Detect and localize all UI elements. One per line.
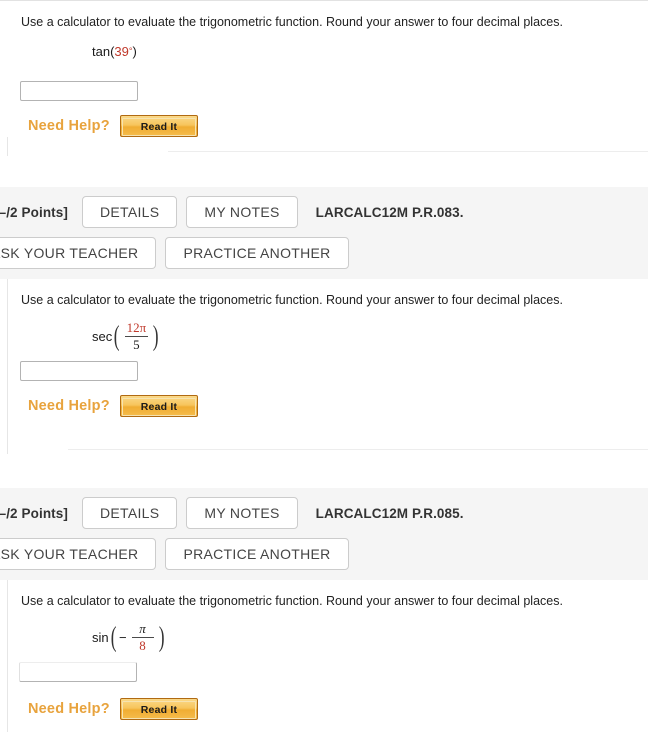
problem-2-body: Use a calculator to evaluate the trigono… <box>0 279 648 455</box>
problem-1-expression: tan(39 °) <box>0 31 648 77</box>
problem-1-read-it-label: Read It <box>121 117 197 136</box>
problem-1-close-paren: ) <box>132 43 137 59</box>
gap-after-problem-1 <box>0 156 648 187</box>
problem-1-argument: 39 <box>114 43 129 59</box>
problem-2-expression: sec(12π 5) <box>0 309 648 355</box>
problem-3-my-notes-button[interactable]: MY NOTES <box>186 497 298 530</box>
problem-3: [–/2 Points] DETAILS MY NOTES LARCALC12M… <box>0 488 648 733</box>
problem-3-read-it-label: Read It <box>121 701 197 720</box>
problem-3-body: Use a calculator to evaluate the trigono… <box>0 580 648 733</box>
problem-3-denominator: 8 <box>139 637 146 653</box>
problem-2-need-help-label: Need Help? <box>28 398 110 415</box>
problem-2: [–/2 Points] DETAILS MY NOTES LARCALC12M… <box>0 187 648 455</box>
problem-3-close-paren: ) <box>158 621 165 653</box>
problem-2-open-paren: ( <box>114 320 120 352</box>
problem-3-answer-input[interactable] <box>19 662 137 683</box>
problem-3-assignment-label: LARCALC12M P.R.085. <box>315 505 464 521</box>
problem-3-open-paren: ( <box>110 621 117 653</box>
problem-2-numerator: 12π <box>126 320 147 336</box>
problem-3-ask-your-teacher-button[interactable]: ASK YOUR TEACHER <box>0 538 157 571</box>
problem-2-help-row: Need Help? Read It <box>0 381 648 418</box>
problem-3-fraction: π8 <box>129 622 157 652</box>
gap-after-problem-2 <box>0 458 648 488</box>
problem-3-expression: sin(− π 8) <box>0 610 648 656</box>
problem-1-body: Use a calculator to evaluate the trigono… <box>0 1 648 152</box>
problem-1-body-divider <box>168 151 648 152</box>
problem-3-header-row-top: [–/2 Points] DETAILS MY NOTES LARCALC12M… <box>0 497 648 530</box>
problem-2-body-divider <box>68 449 648 451</box>
problem-2-prompt: Use a calculator to evaluate the trigono… <box>21 293 563 308</box>
problem-2-my-notes-button[interactable]: MY NOTES <box>186 196 298 229</box>
problem-3-points: [–/2 Points] <box>0 505 68 521</box>
problem-3-read-it-button[interactable]: Read It <box>119 698 199 721</box>
problem-2-read-it-button[interactable]: Read It <box>119 395 199 418</box>
problem-3-prompt: Use a calculator to evaluate the trigono… <box>21 594 563 609</box>
problem-2-points: [–/2 Points] <box>0 204 68 220</box>
problem-2-practice-another-button[interactable]: PRACTICE ANOTHER <box>165 237 349 270</box>
problem-3-function-name: sin <box>92 629 109 645</box>
problem-2-header: [–/2 Points] DETAILS MY NOTES LARCALC12M… <box>0 187 648 280</box>
problem-3-minus-sign: − <box>118 629 127 645</box>
problem-3-header: [–/2 Points] DETAILS MY NOTES LARCALC12M… <box>0 488 648 581</box>
problem-2-answer-row <box>0 355 648 382</box>
problem-2-function-name: sec <box>92 328 113 344</box>
problem-2-denominator: 5 <box>133 336 140 352</box>
problem-2-header-row-top: [–/2 Points] DETAILS MY NOTES LARCALC12M… <box>0 196 648 229</box>
problem-3-header-row-bottom: ASK YOUR TEACHER PRACTICE ANOTHER <box>0 538 648 571</box>
problem-3-need-help-label: Need Help? <box>28 701 110 718</box>
problem-2-close-paren: ) <box>152 320 159 352</box>
content-left-hairline-2 <box>7 279 8 455</box>
problem-3-answer-row <box>0 656 648 683</box>
problem-3-practice-another-button[interactable]: PRACTICE ANOTHER <box>165 538 349 571</box>
content-left-hairline-3 <box>7 580 8 733</box>
problem-2-read-it-label: Read It <box>121 398 197 417</box>
assignment-page: Use a calculator to evaluate the trigono… <box>0 0 648 737</box>
problem-3-numerator: π <box>139 621 146 637</box>
problem-2-details-button[interactable]: DETAILS <box>81 196 178 229</box>
problem-1-read-it-button[interactable]: Read It <box>119 114 199 137</box>
problem-1-answer-row <box>0 77 648 101</box>
problem-1-need-help-label: Need Help? <box>28 117 110 134</box>
problem-2-ask-your-teacher-button[interactable]: ASK YOUR TEACHER <box>0 237 157 270</box>
problem-3-details-button[interactable]: DETAILS <box>81 497 178 530</box>
problem-1-help-row: Need Help? Read It <box>0 101 648 137</box>
problem-2-assignment-label: LARCALC12M P.R.083. <box>315 204 464 220</box>
problem-2-answer-input[interactable] <box>20 361 138 382</box>
problem-1-function-name: tan <box>92 43 111 59</box>
problem-1-prompt: Use a calculator to evaluate the trigono… <box>21 15 563 29</box>
problem-2-fraction: 12π 5 <box>122 321 152 351</box>
problem-1-answer-input[interactable] <box>20 80 138 101</box>
problem-1: Use a calculator to evaluate the trigono… <box>0 1 648 152</box>
problem-3-help-row: Need Help? Read It <box>0 682 648 721</box>
problem-2-header-row-bottom: ASK YOUR TEACHER PRACTICE ANOTHER <box>0 237 648 270</box>
